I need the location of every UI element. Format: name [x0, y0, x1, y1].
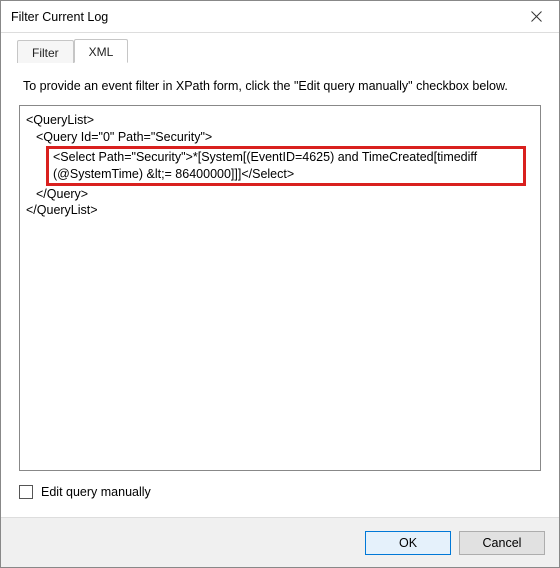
checkbox-label: Edit query manually — [41, 485, 151, 499]
xml-query-box[interactable]: <QueryList> <Query Id="0" Path="Security… — [19, 105, 541, 471]
cancel-button[interactable]: Cancel — [459, 531, 545, 555]
xml-line: (@SystemTime) &lt;= 86400000]]]</Select> — [53, 166, 519, 183]
xml-highlight-box: <Select Path="Security">*[System[(EventI… — [46, 146, 526, 186]
xml-line: <Select Path="Security">*[System[(EventI… — [53, 149, 519, 166]
titlebar: Filter Current Log — [1, 1, 559, 33]
edit-query-manually-checkbox[interactable]: Edit query manually — [19, 485, 541, 499]
tab-strip: Filter XML — [17, 39, 545, 63]
tab-xml[interactable]: XML — [74, 39, 129, 63]
window-title: Filter Current Log — [11, 10, 513, 24]
xml-line: <Query Id="0" Path="Security"> — [26, 129, 534, 146]
dialog-body: Filter XML To provide an event filter in… — [1, 33, 559, 517]
instruction-text: To provide an event filter in XPath form… — [23, 79, 541, 93]
tab-filter[interactable]: Filter — [17, 40, 74, 63]
dialog-footer: OK Cancel — [1, 517, 559, 567]
filter-current-log-dialog: Filter Current Log Filter XML To provide… — [0, 0, 560, 568]
xml-line: <QueryList> — [26, 112, 534, 129]
close-button[interactable] — [513, 1, 559, 33]
ok-button[interactable]: OK — [365, 531, 451, 555]
close-icon — [531, 11, 542, 22]
xml-line: </QueryList> — [26, 202, 534, 219]
checkbox-icon — [19, 485, 33, 499]
xml-line: </Query> — [26, 186, 534, 203]
